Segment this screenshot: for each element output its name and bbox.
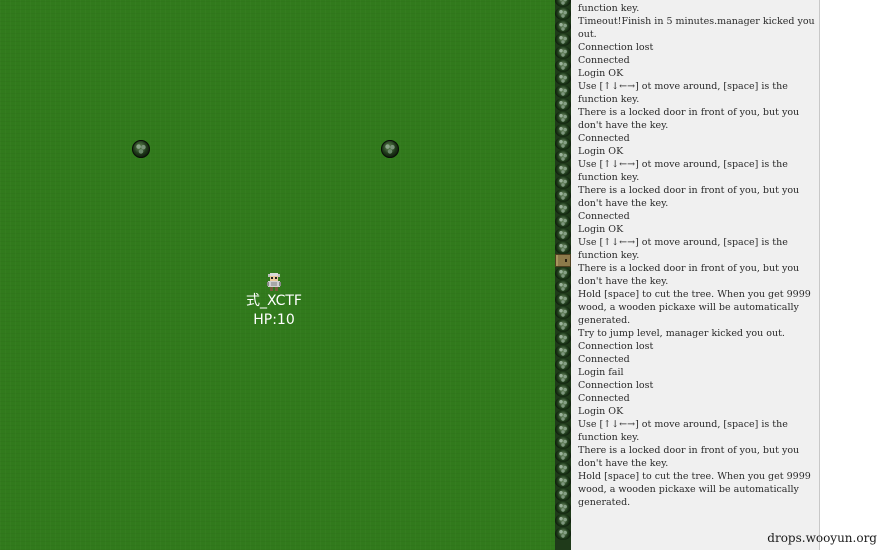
log-line: Connected — [578, 354, 630, 365]
log-line: Connected — [578, 133, 630, 144]
wall-tree-tile — [555, 345, 571, 358]
wall-tree-tile — [555, 423, 571, 436]
log-line: out. — [578, 29, 597, 40]
log-line: Connection lost — [578, 380, 654, 391]
tree-sprite — [132, 140, 150, 158]
log-line: There is a locked door in front of you, … — [578, 185, 800, 196]
wall-tree-tile — [555, 189, 571, 202]
log-line: There is a locked door in front of you, … — [578, 107, 800, 118]
log-line: don't have the key. — [578, 120, 669, 131]
log-line: Use [↑↓←→] ot move around, [space] is th… — [578, 81, 788, 92]
log-line: Hold [space] to cut the tree. When you g… — [578, 471, 811, 482]
log-line: function key. — [578, 250, 640, 261]
wall-tree-tile — [555, 293, 571, 306]
wall-tree-tile — [555, 332, 571, 345]
wall-tree-tile — [555, 384, 571, 397]
log-line: don't have the key. — [578, 458, 669, 469]
wall-tree-tile — [555, 98, 571, 111]
wall-tree-tile — [555, 462, 571, 475]
game-field[interactable]: 式_XCTF HP:10 — [0, 0, 555, 550]
wall-tree-tile — [555, 527, 571, 540]
wall-tree-tile — [555, 215, 571, 228]
wall-tree-tile — [555, 488, 571, 501]
player-name: 式_XCTF — [246, 293, 302, 309]
log-line: function key. — [578, 3, 640, 14]
log-line: Connected — [578, 211, 630, 222]
wall-tree-tile — [555, 501, 571, 514]
wall-tree-tile — [555, 202, 571, 215]
log-line: Hold [space] to cut the tree. When you g… — [578, 289, 811, 300]
wall-tree-tile — [555, 319, 571, 332]
log-line: Login OK — [578, 68, 624, 79]
wall-tree-tile — [555, 280, 571, 293]
door-tile — [555, 254, 571, 267]
wall-tree-tile — [555, 85, 571, 98]
log-line: Connection lost — [578, 341, 654, 352]
player-sprite-icon — [267, 273, 281, 291]
message-log-lines: Use [↑↓←→] ot move around, [space] is th… — [578, 0, 816, 509]
wall-tree-tile — [555, 46, 571, 59]
log-line: generated. — [578, 497, 631, 508]
wall-tree-tile — [555, 137, 571, 150]
wall-tree-tile — [555, 371, 571, 384]
wall-tree-tile — [555, 410, 571, 423]
wall-tree-tile — [555, 436, 571, 449]
log-line: Use [↑↓←→] ot move around, [space] is th… — [578, 159, 788, 170]
wall-tree-tile — [555, 267, 571, 280]
watermark: drops.wooyun.org — [767, 531, 877, 545]
player-hp: HP:10 — [253, 312, 295, 328]
message-log-panel[interactable]: Use [↑↓←→] ot move around, [space] is th… — [571, 0, 820, 550]
log-line: function key. — [578, 432, 640, 443]
log-line: function key. — [578, 172, 640, 183]
log-line: don't have the key. — [578, 198, 669, 209]
log-line: Timeout!Finish in 5 minutes.manager kick… — [578, 16, 815, 27]
tree-wall-column — [555, 0, 571, 550]
player-character: 式_XCTF HP:10 — [232, 272, 316, 330]
wall-tree-tile — [555, 163, 571, 176]
log-line: Try to jump level, manager kicked you ou… — [578, 328, 785, 339]
wall-tree-tile — [555, 124, 571, 137]
wall-tree-tile — [555, 475, 571, 488]
log-line: Login OK — [578, 224, 624, 235]
wall-tree-tile — [555, 449, 571, 462]
wall-tree-tile — [555, 7, 571, 20]
wall-tree-tile — [555, 241, 571, 254]
wall-tree-tile — [555, 514, 571, 527]
log-line: Connected — [578, 55, 630, 66]
log-line: Connected — [578, 393, 630, 404]
wall-tree-tile — [555, 33, 571, 46]
log-line: Login OK — [578, 146, 624, 157]
log-line: There is a locked door in front of you, … — [578, 445, 800, 456]
wall-tree-tile — [555, 228, 571, 241]
wall-tree-tile — [555, 72, 571, 85]
log-line: Login fail — [578, 367, 624, 378]
tree-sprite — [381, 140, 399, 158]
wall-tree-tile — [555, 20, 571, 33]
log-line: Use [↑↓←→] ot move around, [space] is th… — [578, 237, 788, 248]
wall-tree-tile — [555, 306, 571, 319]
wall-tree-tile — [555, 358, 571, 371]
log-line: There is a locked door in front of you, … — [578, 263, 800, 274]
wall-tree-tile — [555, 111, 571, 124]
log-line: Use [↑↓←→] ot move around, [space] is th… — [578, 419, 788, 430]
wall-tree-tile — [555, 0, 571, 7]
wall-tree-tile — [555, 150, 571, 163]
wall-tree-tile — [555, 59, 571, 72]
log-line: don't have the key. — [578, 276, 669, 287]
log-line: Login OK — [578, 406, 624, 417]
wall-tree-tile — [555, 397, 571, 410]
wall-tree-tile — [555, 176, 571, 189]
log-line: wood, a wooden pickaxe will be automatic… — [578, 484, 799, 495]
log-line: wood, a wooden pickaxe will be automatic… — [578, 302, 799, 313]
log-line: function key. — [578, 94, 640, 105]
log-line: generated. — [578, 315, 631, 326]
log-line: Connection lost — [578, 42, 654, 53]
